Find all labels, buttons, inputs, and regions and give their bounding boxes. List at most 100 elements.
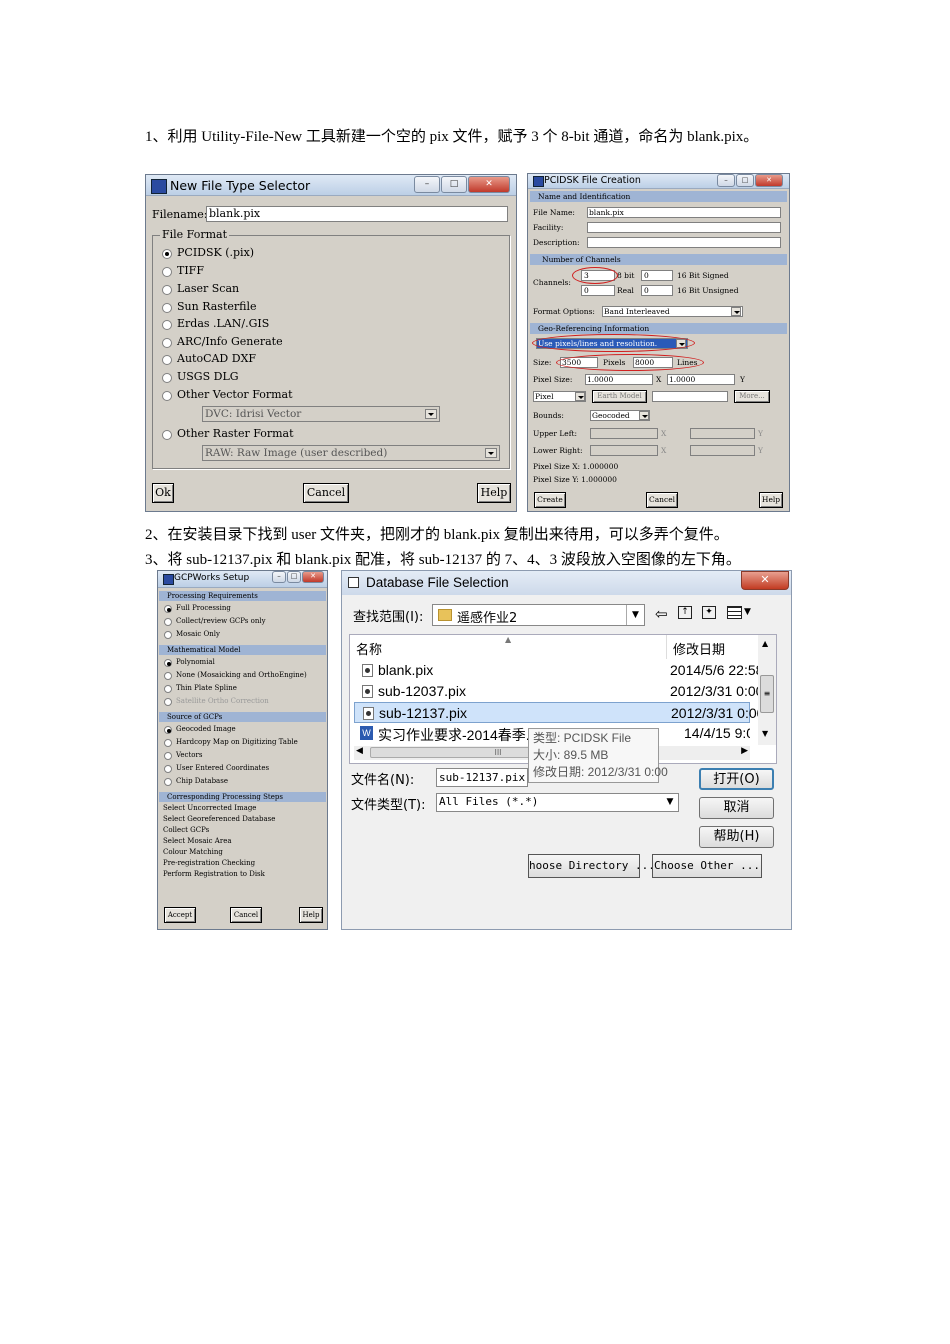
raster-format-combo[interactable]: RAW: Raw Image (user described): [202, 445, 500, 461]
create-button[interactable]: Create: [534, 492, 566, 508]
minimize-icon[interactable]: –: [272, 571, 286, 583]
filename-field[interactable]: blank.pix: [206, 206, 508, 222]
lower-right-x-field[interactable]: [590, 445, 658, 456]
cancel-button[interactable]: 取消: [699, 797, 774, 819]
look-in-combo[interactable]: 遥感作业2 ▼: [432, 604, 645, 626]
other-raster-radio[interactable]: [162, 430, 172, 440]
open-button[interactable]: 打开(O): [699, 768, 774, 790]
facility-field[interactable]: [587, 222, 781, 233]
minimize-icon[interactable]: –: [414, 176, 440, 193]
step2-text: 2、在安装目录下找到 user 文件夹，把刚才的 blank.pix 复制出来待…: [145, 527, 729, 543]
chevron-down-icon[interactable]: [485, 448, 497, 458]
satellite-ortho-radio[interactable]: [164, 698, 172, 706]
choose-directory-button[interactable]: hoose Directory ...: [528, 854, 655, 878]
upper-left-x-field[interactable]: [590, 428, 658, 439]
chip-database-radio[interactable]: [164, 778, 172, 786]
title-bar[interactable]: Database File Selection ✕: [342, 571, 791, 595]
autocad-radio[interactable]: [162, 355, 172, 365]
column-header-name[interactable]: 名称: [356, 639, 382, 658]
pixel-size-x-field[interactable]: 1.0000: [585, 374, 653, 385]
hardcopy-map-radio[interactable]: [164, 739, 172, 747]
lower-right-y-field[interactable]: [690, 445, 755, 456]
collect-review-radio[interactable]: [164, 618, 172, 626]
filename-field[interactable]: sub-12137.pix: [436, 768, 528, 787]
none-model-radio[interactable]: [164, 672, 172, 680]
polynomial-radio[interactable]: [164, 659, 172, 667]
8bit-label: 8 bit: [617, 271, 635, 280]
thin-plate-radio[interactable]: [164, 685, 172, 693]
format-options-combo[interactable]: Band Interleaved: [602, 306, 743, 317]
more-button[interactable]: More...: [734, 390, 770, 403]
channels-16bit-unsigned-field[interactable]: 0: [641, 285, 673, 296]
file-name-field[interactable]: blank.pix: [587, 207, 781, 218]
cancel-button[interactable]: Cancel: [303, 483, 349, 503]
tiff-radio[interactable]: [162, 267, 172, 277]
sun-rasterfile-radio[interactable]: [162, 303, 172, 313]
mosaic-only-radio[interactable]: [164, 631, 172, 639]
minimize-icon[interactable]: –: [717, 174, 735, 187]
chevron-down-icon[interactable]: ▼: [744, 607, 751, 617]
earth-model-button[interactable]: Earth Model: [592, 390, 647, 403]
arcinfo-option-label: ARC/Info Generate: [177, 335, 283, 348]
vectors-radio[interactable]: [164, 752, 172, 760]
file-row-selected[interactable]: sub-12137.pix 2012/3/31 0:00: [354, 702, 764, 723]
maximize-icon[interactable]: □: [441, 176, 467, 193]
vertical-scrollbar[interactable]: ▲ ≡ ▼: [758, 635, 776, 745]
vector-format-combo[interactable]: DVC: Idrisi Vector: [202, 406, 440, 422]
channels-16bit-signed-field[interactable]: 0: [641, 270, 673, 281]
help-button[interactable]: Help: [299, 907, 323, 923]
chevron-down-icon[interactable]: [425, 409, 437, 419]
scroll-right-icon[interactable]: ▶: [741, 746, 748, 756]
title-bar[interactable]: GCPWorks Setup – □ ✕: [158, 571, 327, 588]
other-vector-radio[interactable]: [162, 391, 172, 401]
earth-model-field[interactable]: [652, 391, 728, 402]
close-icon[interactable]: ✕: [302, 571, 324, 583]
chevron-down-icon[interactable]: ▼: [626, 605, 644, 625]
close-icon[interactable]: ✕: [755, 174, 783, 187]
chevron-down-icon[interactable]: [575, 392, 585, 401]
help-button[interactable]: Help: [759, 492, 783, 508]
filetype-combo[interactable]: All Files (*.*) ▼: [436, 793, 679, 812]
accept-button[interactable]: Accept: [164, 907, 196, 923]
laser-scan-radio[interactable]: [162, 285, 172, 295]
back-icon[interactable]: ⇦: [655, 605, 668, 623]
step-item: Perform Registration to Disk: [163, 870, 265, 878]
channels-real-field[interactable]: 0: [581, 285, 615, 296]
file-row[interactable]: blank.pix 2014/5/6 22:58: [354, 660, 763, 681]
choose-other-button[interactable]: Choose Other ...: [652, 854, 762, 878]
description-field[interactable]: [587, 237, 781, 248]
chevron-down-icon[interactable]: [731, 307, 741, 316]
pixel-size-y-field[interactable]: 1.0000: [667, 374, 735, 385]
close-icon[interactable]: ✕: [468, 176, 510, 193]
cancel-button[interactable]: Cancel: [230, 907, 262, 923]
arcinfo-radio[interactable]: [162, 338, 172, 348]
scroll-down-icon[interactable]: ▼: [762, 729, 768, 738]
geocoded-image-radio[interactable]: [164, 726, 172, 734]
chevron-down-icon[interactable]: ▼: [662, 794, 678, 811]
column-header-date[interactable]: 修改日期: [673, 639, 725, 658]
up-folder-icon[interactable]: ↑: [678, 606, 692, 619]
chevron-down-icon[interactable]: [639, 411, 649, 420]
scroll-left-icon[interactable]: ◀: [356, 746, 363, 756]
vertical-scroll-thumb[interactable]: ≡: [760, 675, 774, 713]
title-bar[interactable]: PCIDSK File Creation – □ ✕: [528, 174, 789, 189]
full-processing-radio[interactable]: [164, 605, 172, 613]
pcidsk-radio[interactable]: [162, 249, 172, 259]
new-folder-icon[interactable]: ✦: [702, 606, 716, 619]
pixel-size-label: Pixel Size:: [533, 375, 573, 384]
maximize-icon[interactable]: □: [287, 571, 301, 583]
title-bar[interactable]: New File Type Selector – □ ✕: [146, 175, 516, 196]
help-button[interactable]: Help: [477, 483, 511, 503]
upper-left-y-field[interactable]: [690, 428, 755, 439]
erdas-radio[interactable]: [162, 320, 172, 330]
help-button[interactable]: 帮助(H): [699, 826, 774, 848]
file-row[interactable]: sub-12037.pix 2012/3/31 0:00: [354, 681, 763, 702]
user-entered-radio[interactable]: [164, 765, 172, 773]
ok-button[interactable]: Ok: [152, 483, 174, 503]
close-icon[interactable]: ✕: [741, 571, 789, 590]
scroll-up-icon[interactable]: ▲: [762, 639, 768, 648]
maximize-icon[interactable]: □: [736, 174, 754, 187]
usgs-dlg-radio[interactable]: [162, 373, 172, 383]
view-menu-icon[interactable]: [727, 606, 742, 619]
cancel-button[interactable]: Cancel: [646, 492, 678, 508]
